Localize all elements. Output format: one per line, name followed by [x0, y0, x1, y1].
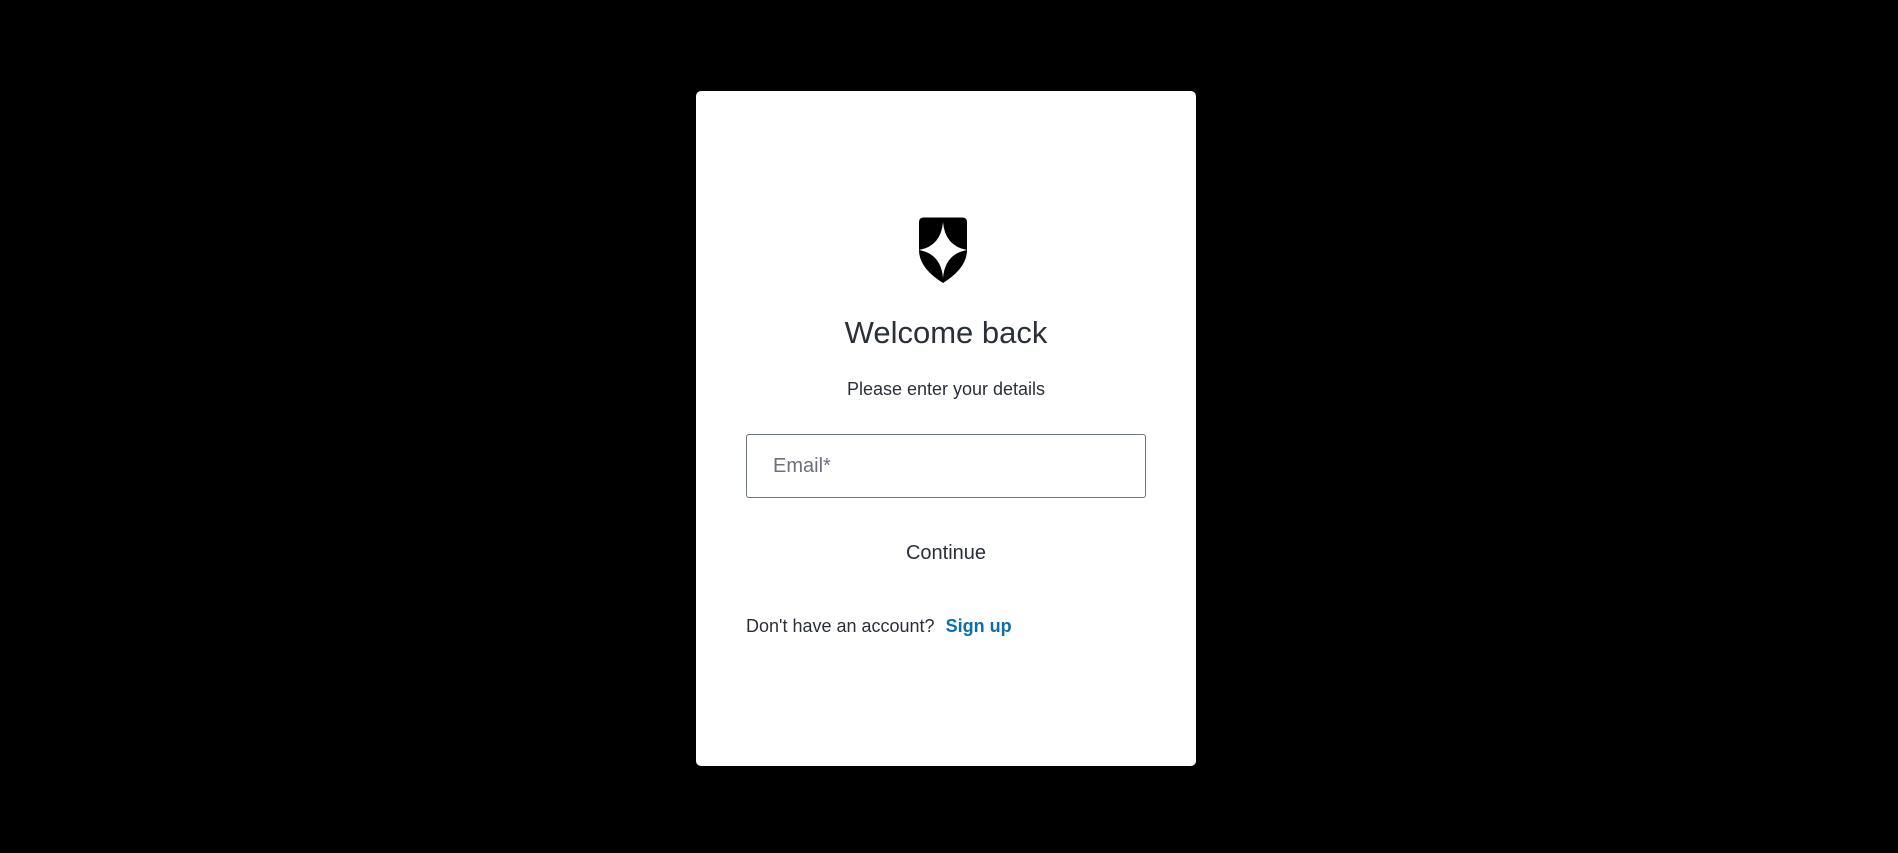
page-subtitle: Please enter your details — [846, 379, 1046, 399]
shield-star-icon — [915, 216, 971, 284]
continue-button[interactable]: Continue — [746, 524, 1146, 582]
email-field-container — [746, 434, 1146, 498]
no-account-text: Don't have an account? — [746, 616, 935, 636]
sign-up-link[interactable]: Sign up — [946, 616, 1012, 636]
signup-prompt: Don't have an account? Sign up — [746, 616, 1012, 637]
email-field[interactable] — [747, 435, 1145, 497]
login-card: Welcome back Please enter your details C… — [696, 91, 1196, 766]
page-title: Welcome back — [844, 315, 1048, 350]
